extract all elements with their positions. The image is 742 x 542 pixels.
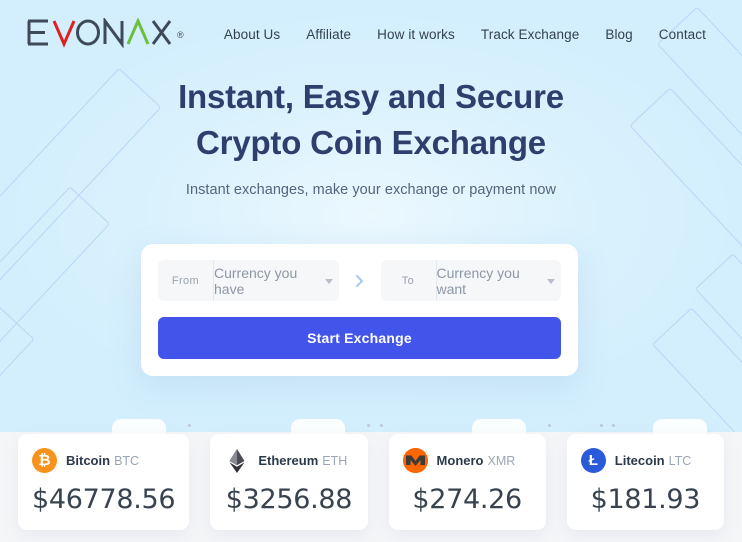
- coin-symbol: XMR: [487, 453, 516, 468]
- coin-card-bitcoin[interactable]: ₿ Bitcoin BTC $46778.56: [18, 434, 190, 530]
- from-currency-dropdown[interactable]: Currency you have: [214, 260, 339, 301]
- nav-item-contact[interactable]: Contact: [659, 27, 706, 42]
- currency-selector-row: From Currency you have To Currency you w…: [158, 260, 561, 301]
- decorative-shape: [652, 307, 742, 432]
- background-dot: [548, 424, 551, 427]
- coin-header: Ethereum ETH: [224, 448, 353, 473]
- coin-symbol: ETH: [322, 453, 348, 468]
- chevron-down-icon: [547, 279, 555, 284]
- to-currency-value: Currency you want: [436, 264, 520, 297]
- chevron-right-icon: [356, 274, 363, 287]
- coin-title: Bitcoin BTC: [66, 452, 139, 470]
- coin-price: $46778.56: [32, 484, 176, 515]
- coin-card-litecoin[interactable]: Ł Litecoin LTC $181.93: [566, 434, 725, 530]
- headline-line-2: Crypto Coin Exchange: [196, 124, 546, 161]
- coin-symbol: BTC: [114, 453, 140, 468]
- litecoin-icon: Ł: [580, 448, 606, 473]
- nav-item-how-it-works[interactable]: How it works: [377, 27, 455, 42]
- nav-item-about-us[interactable]: About Us: [224, 27, 280, 42]
- site-header: ® About Us Affiliate How it works Track …: [0, 0, 742, 68]
- coin-price: $274.26: [412, 484, 522, 515]
- coin-name: Bitcoin: [66, 452, 111, 468]
- evonax-logo-icon: [27, 18, 172, 48]
- from-currency-selector[interactable]: From Currency you have: [158, 260, 339, 301]
- page-subtitle: Instant exchanges, make your exchange or…: [185, 182, 557, 198]
- coin-title: Ethereum ETH: [258, 452, 347, 470]
- background-dot: [380, 424, 383, 427]
- start-exchange-button[interactable]: Start Exchange: [158, 317, 561, 359]
- nav-item-affiliate[interactable]: Affiliate: [306, 27, 351, 42]
- logo[interactable]: ®: [26, 18, 184, 50]
- coin-price: $3256.88: [225, 484, 353, 515]
- swap-direction-button[interactable]: [339, 274, 381, 287]
- coin-header: Ł Litecoin LTC: [580, 448, 710, 473]
- exchange-form-card: From Currency you have To Currency you w…: [141, 244, 578, 376]
- monero-m-icon: [402, 448, 428, 473]
- background-dot: [367, 424, 370, 427]
- coin-title: Litecoin LTC: [615, 452, 692, 470]
- coin-header: ₿ Bitcoin BTC: [32, 448, 175, 473]
- decorative-shape: [0, 305, 35, 432]
- coin-price-list: ₿ Bitcoin BTC $46778.56 Ethereum ETH $32…: [0, 434, 742, 530]
- chevron-down-icon: [324, 279, 333, 284]
- from-currency-value: Currency you have: [214, 264, 298, 297]
- coin-price: $181.93: [590, 484, 701, 515]
- coin-name: Ethereum: [258, 452, 319, 468]
- nav-item-blog[interactable]: Blog: [605, 27, 632, 42]
- coin-card-monero[interactable]: Monero XMR $274.26: [388, 434, 546, 530]
- ethereum-icon: [224, 448, 249, 473]
- background-dot: [612, 424, 615, 427]
- bitcoin-icon: ₿: [32, 448, 57, 473]
- from-label: From: [158, 260, 214, 301]
- ethereum-diamond-icon: [229, 448, 245, 473]
- page-root: ® About Us Affiliate How it works Track …: [0, 0, 742, 542]
- background-dot: [600, 424, 603, 427]
- coin-card-ethereum[interactable]: Ethereum ETH $3256.88: [210, 434, 368, 530]
- registered-trademark-icon: ®: [177, 30, 185, 40]
- to-currency-dropdown[interactable]: Currency you want: [437, 260, 562, 301]
- monero-icon: [402, 448, 428, 473]
- litecoin-glyph: Ł: [588, 452, 598, 469]
- bitcoin-glyph: ₿: [38, 452, 51, 469]
- to-currency-selector[interactable]: To Currency you want: [380, 260, 562, 301]
- coin-name: Litecoin: [614, 452, 665, 468]
- main-navigation: About Us Affiliate How it works Track Ex…: [224, 27, 718, 42]
- page-title: Instant, Easy and Secure Crypto Coin Exc…: [0, 74, 742, 166]
- coin-symbol: LTC: [668, 453, 692, 468]
- headline-line-1: Instant, Easy and Secure: [178, 78, 564, 115]
- coin-header: Monero XMR: [402, 448, 532, 473]
- background-dot: [188, 424, 191, 427]
- to-label: To: [381, 260, 437, 301]
- coin-name: Monero: [436, 452, 484, 468]
- nav-item-track-exchange[interactable]: Track Exchange: [481, 27, 579, 42]
- coin-title: Monero XMR: [437, 452, 516, 470]
